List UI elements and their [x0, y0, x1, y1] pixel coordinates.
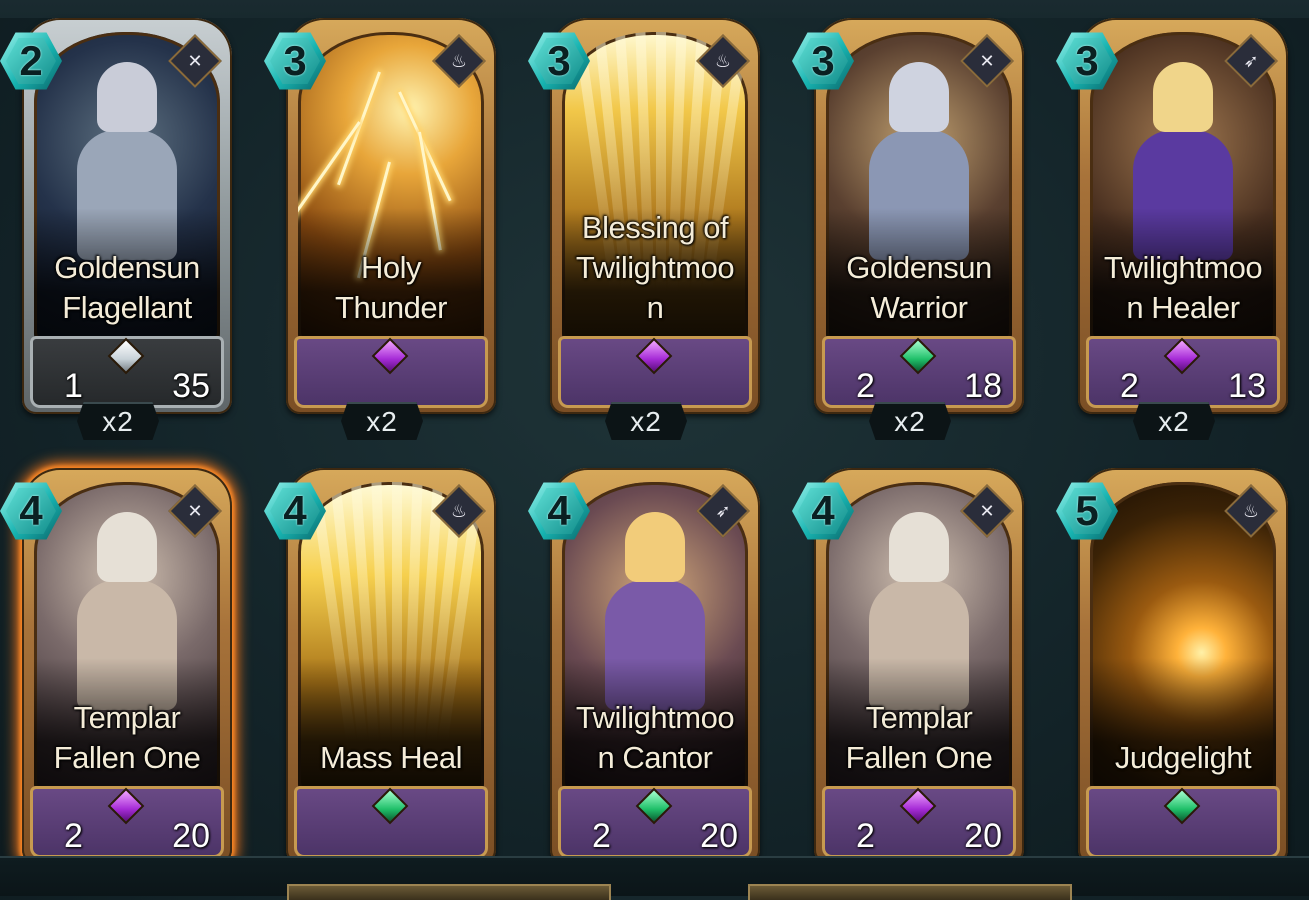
spell-icon: ♨ — [1242, 501, 1260, 521]
bottom-left-button[interactable] — [287, 884, 611, 900]
bottom-bar — [0, 856, 1309, 896]
lightning-bolt — [398, 91, 452, 202]
attack-value: 1 — [64, 367, 83, 405]
attack-value: 2 — [856, 817, 875, 855]
crossed-swords-icon: ✕ — [979, 501, 995, 521]
card-name: Holy Thunder — [335, 250, 447, 325]
card-name: Judgelight — [1114, 740, 1252, 775]
attack-value: 2 — [856, 367, 875, 405]
character-head — [889, 512, 949, 582]
card-name: Templar Fallen One — [845, 700, 993, 775]
card-count-badge: x2 — [1133, 402, 1215, 440]
card-count-label: x2 — [894, 406, 926, 437]
health-value: 18 — [964, 367, 1002, 405]
card-name: Blessing of Twilightmoo n — [575, 210, 735, 325]
crossed-swords-icon: ✕ — [187, 501, 203, 521]
health-value: 20 — [964, 817, 1002, 855]
card-count-badge: x2 — [605, 402, 687, 440]
card[interactable]: Templar Fallen One 2 20 4 ✕ — [792, 462, 1037, 864]
health-value: 13 — [1228, 367, 1266, 405]
card[interactable]: Goldensun Flagellant 1 35 2 ✕ x2 — [0, 12, 245, 440]
bow-icon: ➶ — [715, 501, 731, 521]
card-count-label: x2 — [630, 406, 662, 437]
attack-value: 2 — [64, 817, 83, 855]
card-name: Goldensun Flagellant — [54, 250, 200, 325]
card[interactable]: Mass Heal 4 ♨ — [264, 462, 509, 864]
card-count-label: x2 — [366, 406, 398, 437]
spell-icon: ♨ — [450, 51, 468, 71]
health-value: 35 — [172, 367, 210, 405]
card-count-label: x2 — [102, 406, 134, 437]
card-count-badge: x2 — [77, 402, 159, 440]
card[interactable]: Twilightmoo n Healer 2 13 3 ➶ x2 — [1056, 12, 1301, 440]
lightning-bolt — [298, 121, 361, 222]
character-head — [97, 512, 157, 582]
character-head — [889, 62, 949, 132]
bow-icon: ➶ — [1243, 51, 1259, 71]
health-value: 20 — [172, 817, 210, 855]
card[interactable]: Templar Fallen One 2 20 4 ✕ — [0, 462, 245, 864]
card-count-badge: x2 — [341, 402, 423, 440]
lightning-bolt — [337, 71, 381, 186]
attack-value: 2 — [592, 817, 611, 855]
card[interactable]: Holy Thunder 3 ♨ x2 — [264, 12, 509, 440]
card-name: Templar Fallen One — [53, 700, 201, 775]
crossed-swords-icon: ✕ — [979, 51, 995, 71]
card-count-badge: x2 — [869, 402, 951, 440]
card[interactable]: Blessing of Twilightmoo n 3 ♨ x2 — [528, 12, 773, 440]
card-name: Twilightmoo n Healer — [1103, 250, 1263, 325]
card-count-label: x2 — [1158, 406, 1190, 437]
card-name: Mass Heal — [320, 740, 462, 775]
character-head — [97, 62, 157, 132]
spell-icon: ♨ — [450, 501, 468, 521]
attack-value: 2 — [1120, 367, 1139, 405]
card-name: Twilightmoo n Cantor — [575, 700, 735, 775]
spell-icon: ♨ — [714, 51, 732, 71]
card-name: Goldensun Warrior — [846, 250, 992, 325]
character-head — [1153, 62, 1213, 132]
crossed-swords-icon: ✕ — [187, 51, 203, 71]
bottom-right-button[interactable] — [748, 884, 1072, 900]
character-head — [625, 512, 685, 582]
card[interactable]: Twilightmoo n Cantor 2 20 4 ➶ — [528, 462, 773, 864]
card[interactable]: Goldensun Warrior 2 18 3 ✕ x2 — [792, 12, 1037, 440]
card[interactable]: Judgelight 5 ♨ — [1056, 462, 1301, 864]
health-value: 20 — [700, 817, 738, 855]
